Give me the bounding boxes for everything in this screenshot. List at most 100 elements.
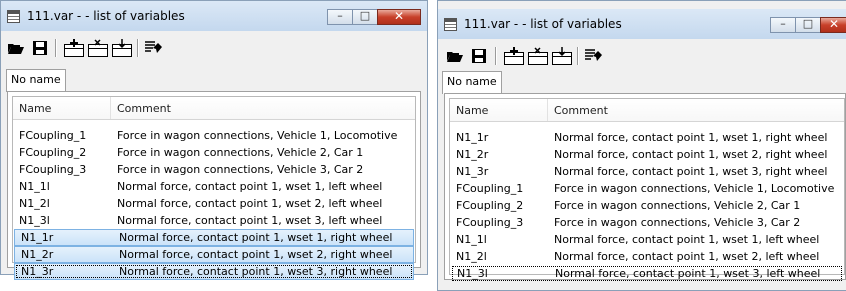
window-title: 111.var - - list of variables xyxy=(27,9,185,23)
variable-comment: Normal force, contact point 1, wset 3, l… xyxy=(555,267,821,280)
remove-variable-icon xyxy=(528,47,548,65)
app-list-icon xyxy=(7,10,20,23)
sort-icon xyxy=(145,41,162,53)
variable-comment: Normal force, contact point 1, wset 2, r… xyxy=(554,148,828,161)
title-bar[interactable]: 111.var - - list of variables – □ ✕ xyxy=(438,9,846,39)
table-row-selected[interactable]: N1_2r Normal force, contact point 1, wset… xyxy=(14,246,414,263)
table-row[interactable]: N1_2r Normal force, contact point 1, wset… xyxy=(450,146,844,163)
title-bar[interactable]: 111.var - - list of variables – □ ✕ xyxy=(1,1,427,31)
variable-name: FCoupling_1 xyxy=(456,182,524,195)
add-variable-icon xyxy=(64,39,84,57)
variable-name: N1_3r xyxy=(456,165,489,178)
table-row[interactable]: N1_1l Normal force, contact point 1, wset… xyxy=(13,178,415,195)
table-row[interactable]: FCoupling_2 Force in wagon connections, V… xyxy=(450,197,844,214)
add-variable-icon xyxy=(504,47,524,65)
variable-comment: Normal force, contact point 1, wset 1, l… xyxy=(554,233,820,246)
variable-name: FCoupling_1 xyxy=(19,129,87,142)
remove-variable-button[interactable] xyxy=(87,37,109,59)
save-button[interactable] xyxy=(29,37,51,59)
edit-variable-button[interactable] xyxy=(111,37,133,59)
variable-comment: Force in wagon connections, Vehicle 2, C… xyxy=(117,146,364,159)
table-header: Name Comment xyxy=(13,97,415,120)
table-row[interactable]: FCoupling_2 Force in wagon connections, V… xyxy=(13,144,415,161)
table-row-focused[interactable]: N1_3l Normal force, contact point 1, wset… xyxy=(451,265,843,282)
edit-variable-icon xyxy=(552,47,572,65)
save-button[interactable] xyxy=(468,45,490,67)
maximize-button[interactable]: □ xyxy=(352,9,378,25)
variables-table: Name Comment FCoupling_1 Force in wagon c… xyxy=(12,96,416,280)
table-row[interactable]: N1_1r Normal force, contact point 1, wset… xyxy=(450,129,844,146)
list-of-variables-window-right: 111.var - - list of variables – □ ✕ No n… xyxy=(437,0,846,291)
toolbar xyxy=(438,45,846,71)
window-title: 111.var - - list of variables xyxy=(464,17,622,31)
edit-variable-button[interactable] xyxy=(551,45,573,67)
variable-comment: Normal force, contact point 1, wset 3, l… xyxy=(117,214,383,227)
variable-comment: Normal force, contact point 1, wset 1, r… xyxy=(554,131,828,144)
save-icon xyxy=(33,41,47,55)
column-header-comment[interactable]: Comment xyxy=(548,99,608,121)
table-row-selected-focused[interactable]: N1_3r Normal force, contact point 1, wset… xyxy=(14,263,414,280)
variable-name: FCoupling_3 xyxy=(19,163,87,176)
minimize-button[interactable]: – xyxy=(327,9,353,25)
variable-comment: Normal force, contact point 1, wset 2, l… xyxy=(117,197,383,210)
variable-name: FCoupling_3 xyxy=(456,216,524,229)
open-folder-icon xyxy=(447,52,463,62)
edit-variable-icon xyxy=(112,39,132,57)
sort-button[interactable] xyxy=(583,45,605,67)
add-variable-button[interactable] xyxy=(503,45,525,67)
close-button[interactable]: ✕ xyxy=(377,9,421,25)
variable-name: N1_2r xyxy=(456,148,489,161)
column-header-name[interactable]: Name xyxy=(13,97,111,119)
variable-name: N1_1l xyxy=(456,233,487,246)
table-row[interactable]: N1_1l Normal force, contact point 1, wset… xyxy=(450,231,844,248)
sort-icon xyxy=(585,49,602,61)
sort-button[interactable] xyxy=(143,37,165,59)
variable-name: N1_3r xyxy=(21,265,54,278)
tab-panel: Name Comment FCoupling_1 Force in wagon c… xyxy=(7,91,421,280)
close-icon: ✕ xyxy=(393,9,405,23)
table-row[interactable]: FCoupling_1 Force in wagon connections, V… xyxy=(450,180,844,197)
table-row[interactable]: N1_2l Normal force, contact point 1, wset… xyxy=(450,248,844,265)
tab-no-name[interactable]: No name xyxy=(442,71,502,94)
maximize-icon: □ xyxy=(802,17,814,30)
remove-variable-button[interactable] xyxy=(527,45,549,67)
variable-name: N1_1r xyxy=(456,131,489,144)
variable-name: FCoupling_2 xyxy=(456,199,524,212)
open-button[interactable] xyxy=(444,45,466,67)
close-icon: ✕ xyxy=(828,17,840,31)
variable-name: N1_3l xyxy=(457,267,488,280)
open-folder-icon xyxy=(8,44,24,54)
variable-name: N1_2l xyxy=(456,250,487,263)
variable-name: N1_3l xyxy=(19,214,50,227)
close-button[interactable]: ✕ xyxy=(820,17,846,33)
table-row[interactable]: N1_3l Normal force, contact point 1, wset… xyxy=(13,212,415,229)
variable-comment: Force in wagon connections, Vehicle 1, L… xyxy=(554,182,835,195)
minimize-button[interactable]: – xyxy=(770,17,796,33)
maximize-button[interactable]: □ xyxy=(795,17,821,33)
open-button[interactable] xyxy=(5,37,27,59)
table-row[interactable]: FCoupling_1 Force in wagon connections, V… xyxy=(13,127,415,144)
variable-name: FCoupling_2 xyxy=(19,146,87,159)
list-of-variables-window-left: 111.var - - list of variables – □ ✕ No n… xyxy=(0,0,428,280)
save-icon xyxy=(472,49,486,63)
toolbar xyxy=(1,37,427,63)
table-row[interactable]: N1_2l Normal force, contact point 1, wset… xyxy=(13,195,415,212)
remove-variable-icon xyxy=(88,39,108,57)
variable-name: N1_1l xyxy=(19,180,50,193)
column-header-comment[interactable]: Comment xyxy=(111,97,171,119)
variable-comment: Normal force, contact point 1, wset 3, r… xyxy=(119,265,393,278)
variable-comment: Normal force, contact point 1, wset 1, l… xyxy=(117,180,383,193)
variable-name: N1_2l xyxy=(19,197,50,210)
variable-comment: Force in wagon connections, Vehicle 3, C… xyxy=(554,216,801,229)
variable-comment: Force in wagon connections, Vehicle 1, L… xyxy=(117,129,398,142)
table-row[interactable]: FCoupling_3 Force in wagon connections, V… xyxy=(13,161,415,178)
add-variable-button[interactable] xyxy=(63,37,85,59)
table-header: Name Comment xyxy=(450,99,844,122)
table-row[interactable]: FCoupling_3 Force in wagon connections, V… xyxy=(450,214,844,231)
column-header-name[interactable]: Name xyxy=(450,99,548,121)
variable-comment: Normal force, contact point 1, wset 2, r… xyxy=(119,248,393,261)
tab-no-name[interactable]: No name xyxy=(6,69,66,92)
table-row[interactable]: N1_3r Normal force, contact point 1, wset… xyxy=(450,163,844,180)
variable-comment: Force in wagon connections, Vehicle 2, C… xyxy=(554,199,801,212)
table-row-selected[interactable]: N1_1r Normal force, contact point 1, wset… xyxy=(14,229,414,246)
